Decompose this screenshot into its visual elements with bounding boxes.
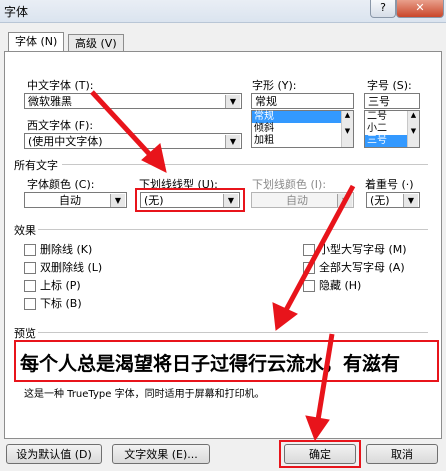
annotation-arrow	[90, 90, 155, 160]
annotation-arrow	[282, 184, 356, 314]
text-effects-button[interactable]: 文字效果 (E)...	[112, 444, 210, 464]
annotation-arrowhead	[305, 415, 330, 442]
annotation-box-ok	[279, 440, 361, 468]
annotation-arrow	[315, 333, 335, 421]
annotation-arrows	[90, 90, 356, 442]
set-default-button[interactable]: 设为默认值 (D)	[6, 444, 102, 464]
cancel-button[interactable]: 取消	[366, 444, 438, 464]
